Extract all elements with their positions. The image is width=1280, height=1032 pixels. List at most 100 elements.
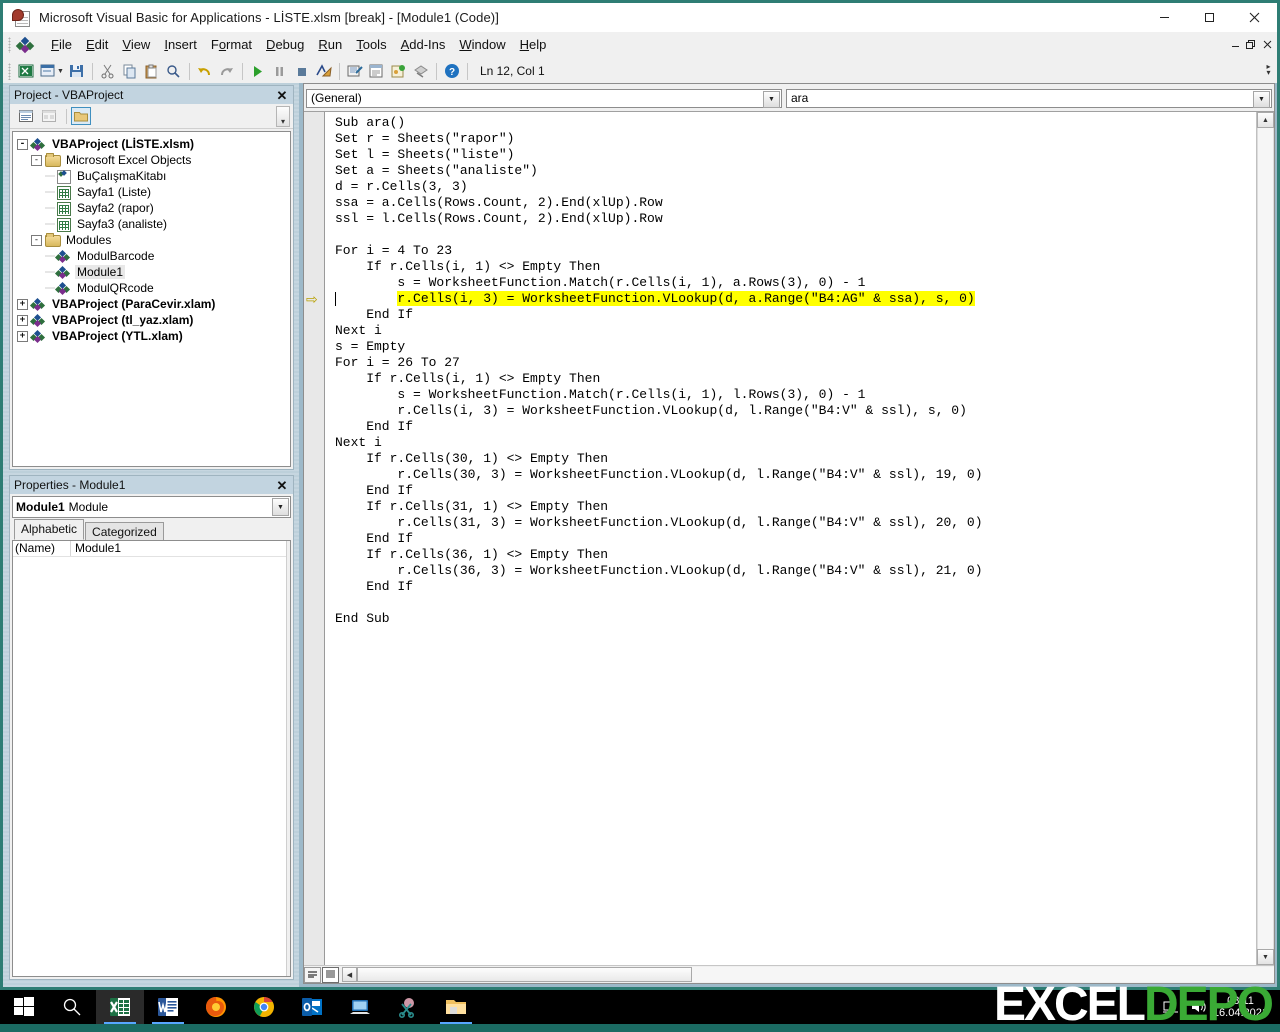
properties-window-icon[interactable] — [366, 60, 388, 82]
menu-run[interactable]: Run — [311, 34, 349, 55]
properties-close-button[interactable]: ✕ — [273, 477, 291, 494]
code-line[interactable]: If r.Cells(i, 1) <> Empty Then — [325, 371, 1256, 387]
property-value[interactable]: Module1 — [71, 541, 121, 556]
chevron-down-icon[interactable]: ▼ — [763, 91, 780, 108]
code-line[interactable]: ssa = a.Cells(Rows.Count, 2).End(xlUp).R… — [325, 195, 1256, 211]
network-icon[interactable] — [1157, 990, 1185, 1024]
search-icon[interactable] — [48, 990, 96, 1024]
reset-icon[interactable] — [291, 60, 313, 82]
redo-icon[interactable] — [216, 60, 238, 82]
tab-alphabetic[interactable]: Alphabetic — [14, 519, 84, 540]
menu-debug[interactable]: Debug — [259, 34, 311, 55]
code-line[interactable]: ssl = l.Cells(Rows.Count, 2).End(xlUp).R… — [325, 211, 1256, 227]
code-line[interactable]: End If — [325, 307, 1256, 323]
tree-expander-icon[interactable]: - — [31, 235, 42, 246]
menu-help[interactable]: Help — [513, 34, 554, 55]
code-line[interactable]: End If — [325, 531, 1256, 547]
toolbox-icon[interactable] — [410, 60, 432, 82]
code-line[interactable]: Set r = Sheets("rapor") — [325, 131, 1256, 147]
vertical-scroll-track[interactable] — [1257, 128, 1274, 949]
mdi-close-button[interactable] — [1259, 34, 1275, 56]
project-tree-item[interactable]: Sayfa2 (rapor) — [17, 200, 288, 216]
start-button[interactable] — [0, 990, 48, 1024]
cut-icon[interactable] — [97, 60, 119, 82]
code-vertical-scrollbar[interactable]: ▲ ▼ — [1256, 112, 1274, 965]
properties-object-selector[interactable]: Module1 Module ▼ — [12, 496, 291, 518]
help-icon[interactable]: ? — [441, 60, 463, 82]
excel-task[interactable] — [96, 990, 144, 1024]
code-line[interactable]: d = r.Cells(3, 3) — [325, 179, 1256, 195]
code-line[interactable]: s = WorksheetFunction.Match(r.Cells(i, 1… — [325, 275, 1256, 291]
code-line[interactable]: Next i — [325, 323, 1256, 339]
code-line[interactable] — [325, 227, 1256, 243]
run-icon[interactable] — [247, 60, 269, 82]
mdi-restore-button[interactable] — [1243, 34, 1259, 56]
window-minimize-button[interactable] — [1142, 3, 1187, 32]
code-line[interactable]: End If — [325, 579, 1256, 595]
view-excel-icon[interactable] — [15, 60, 37, 82]
code-line[interactable]: r.Cells(31, 3) = WorksheetFunction.VLook… — [325, 515, 1256, 531]
menu-edit[interactable]: Edit — [79, 34, 115, 55]
chevron-down-icon[interactable]: ▼ — [272, 498, 289, 516]
procedure-view-icon[interactable] — [304, 967, 321, 983]
project-toolbar-overflow[interactable]: ▾ — [276, 106, 290, 127]
tree-expander-icon[interactable]: + — [17, 299, 28, 310]
project-tree[interactable]: -VBAProject (LİSTE.xlsm)-Microsoft Excel… — [12, 131, 291, 467]
window-close-button[interactable] — [1232, 3, 1277, 32]
project-tree-item[interactable]: -VBAProject (LİSTE.xlsm) — [17, 136, 288, 152]
code-line[interactable] — [325, 595, 1256, 611]
code-line[interactable]: If r.Cells(31, 1) <> Empty Then — [325, 499, 1256, 515]
project-explorer-icon[interactable] — [344, 60, 366, 82]
view-code-icon[interactable] — [16, 107, 36, 125]
project-tree-item[interactable]: ModulBarcode — [17, 248, 288, 264]
menu-insert[interactable]: Insert — [157, 34, 204, 55]
code-line[interactable]: Set a = Sheets("analiste") — [325, 163, 1256, 179]
code-line[interactable]: For i = 26 To 27 — [325, 355, 1256, 371]
break-icon[interactable] — [269, 60, 291, 82]
save-icon[interactable] — [66, 60, 88, 82]
mdi-minimize-button[interactable] — [1227, 34, 1243, 56]
tree-expander-icon[interactable]: + — [17, 315, 28, 326]
menu-window[interactable]: Window — [452, 34, 512, 55]
menu-file[interactable]: File — [44, 34, 79, 55]
design-mode-icon[interactable] — [313, 60, 335, 82]
menu-format[interactable]: Format — [204, 34, 259, 55]
code-line[interactable]: Set l = Sheets("liste") — [325, 147, 1256, 163]
object-combobox[interactable]: (General) ▼ — [306, 89, 782, 108]
project-tree-item[interactable]: -Modules — [17, 232, 288, 248]
remote-desktop-icon[interactable] — [336, 990, 384, 1024]
code-line[interactable]: Next i — [325, 435, 1256, 451]
tree-expander-icon[interactable]: + — [17, 331, 28, 342]
file-explorer-task[interactable] — [432, 990, 480, 1024]
scroll-down-arrow-icon[interactable]: ▼ — [1257, 949, 1274, 965]
code-line[interactable]: r.Cells(30, 3) = WorksheetFunction.VLook… — [325, 467, 1256, 483]
horizontal-scroll-track[interactable] — [692, 967, 1274, 982]
snipping-tool-icon[interactable] — [384, 990, 432, 1024]
word-task[interactable] — [144, 990, 192, 1024]
code-line[interactable]: For i = 4 To 23 — [325, 243, 1256, 259]
code-line[interactable]: End If — [325, 483, 1256, 499]
code-line[interactable]: If r.Cells(i, 1) <> Empty Then — [325, 259, 1256, 275]
project-tree-item[interactable]: Module1 — [17, 264, 288, 280]
project-tree-item[interactable]: +VBAProject (YTL.xlam) — [17, 328, 288, 344]
find-icon[interactable] — [163, 60, 185, 82]
outlook-icon[interactable] — [288, 990, 336, 1024]
code-text-area[interactable]: Sub ara()Set r = Sheets("rapor")Set l = … — [325, 112, 1256, 965]
scroll-up-arrow-icon[interactable]: ▲ — [1257, 112, 1274, 128]
copy-icon[interactable] — [119, 60, 141, 82]
menu-view[interactable]: View — [115, 34, 157, 55]
property-row[interactable]: (Name) Module1 — [13, 541, 290, 557]
toolbar-grip[interactable] — [8, 63, 11, 80]
project-tree-item[interactable]: BuÇalışmaKitabı — [17, 168, 288, 184]
code-line[interactable]: End If — [325, 419, 1256, 435]
horizontal-scroll-thumb[interactable] — [357, 967, 692, 982]
chevron-down-icon[interactable]: ▼ — [1253, 91, 1270, 108]
menu-grip[interactable] — [8, 37, 11, 53]
code-margin-indicator-bar[interactable]: ⇨ — [304, 112, 325, 965]
project-tree-item[interactable]: ModulQRcode — [17, 280, 288, 296]
scroll-left-arrow-icon[interactable]: ◀ — [342, 967, 357, 982]
code-line[interactable]: r.Cells(i, 3) = WorksheetFunction.VLooku… — [325, 291, 1256, 307]
menu-add-ins[interactable]: Add-Ins — [394, 34, 453, 55]
code-line[interactable]: If r.Cells(36, 1) <> Empty Then — [325, 547, 1256, 563]
code-line[interactable]: r.Cells(36, 3) = WorksheetFunction.VLook… — [325, 563, 1256, 579]
